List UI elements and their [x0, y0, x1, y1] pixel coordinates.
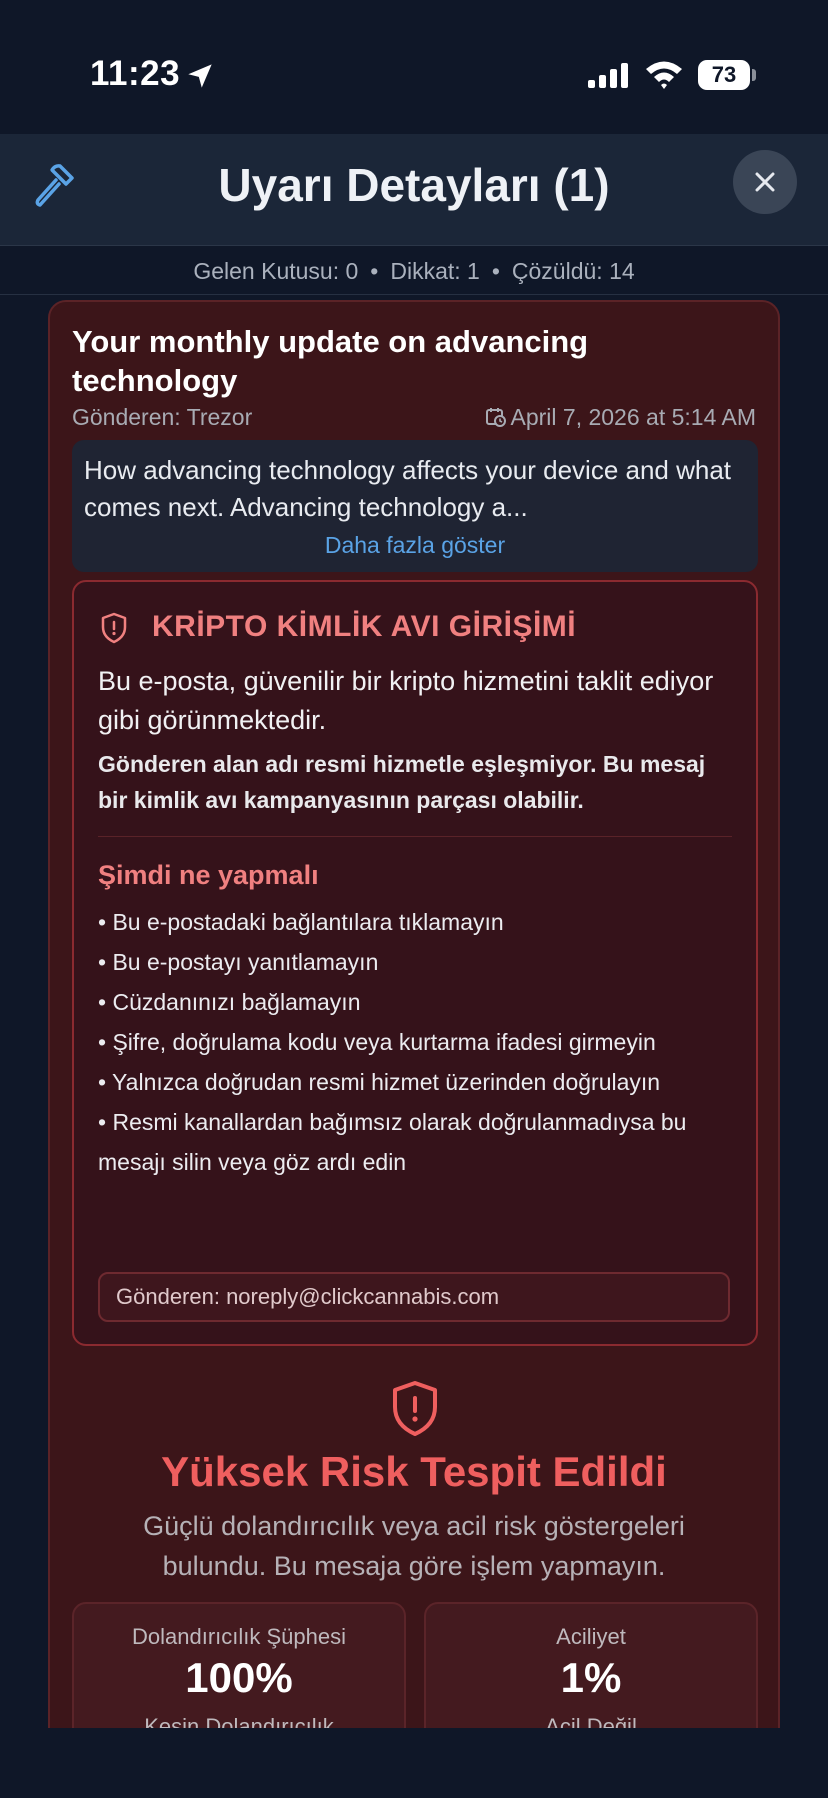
risk-description: Güçlü dolandırıcılık veya acil risk göst…: [143, 1511, 685, 1581]
email-preview: How advancing technology affects your de…: [72, 440, 758, 572]
cellular-signal-icon: [588, 63, 628, 88]
show-more-link[interactable]: Daha fazla göster: [72, 532, 758, 559]
close-icon: [755, 172, 775, 192]
calendar-clock-icon: [485, 408, 506, 427]
header: Uyarı Detayları (1): [0, 134, 828, 246]
battery-level: 73: [698, 60, 750, 90]
phishing-alert-box: KRİPTO KİMLİK AVI GİRİŞİMİ Bu e-posta, g…: [72, 580, 758, 1346]
email-subject: Your monthly update on advancing technol…: [72, 324, 589, 398]
alert-detail: Gönderen alan adı resmi hizmetle eşleşmi…: [98, 751, 706, 813]
status-bar: 11:23 73: [0, 0, 828, 134]
alert-description: Bu e-posta, güvenilir bir kripto hizmeti…: [98, 666, 714, 735]
metric-value: 100%: [185, 1654, 293, 1701]
stat-inbox: Gelen Kutusu: 0: [193, 258, 359, 284]
email-preview-text: How advancing technology affects your de…: [84, 455, 732, 522]
close-button[interactable]: [733, 150, 797, 214]
stat-attention: Dikkat: 1: [390, 258, 480, 284]
list-item: Resmi kanallardan bağımsız olarak doğrul…: [98, 1102, 738, 1182]
shield-warning-icon: [393, 1381, 437, 1436]
metric-value: 1%: [560, 1654, 622, 1701]
email-date-text: April 7, 2026 at 5:14 AM: [510, 404, 757, 430]
list-item: Cüzdanınızı bağlamayın: [98, 982, 738, 1022]
list-item: Yalnızca doğrudan resmi hizmet üzerinden…: [98, 1062, 738, 1102]
todo-title: Şimdi ne yapmalı: [98, 860, 319, 890]
list-item: Şifre, doğrulama kodu veya kurtarma ifad…: [98, 1022, 738, 1062]
email-date: April 7, 2026 at 5:14 AM: [485, 404, 757, 431]
alert-title: KRİPTO KİMLİK AVI GİRİŞİMİ: [152, 610, 577, 643]
shield-alert-icon: [101, 612, 127, 644]
divider: [98, 836, 732, 837]
stat-separator: •: [370, 258, 379, 284]
wifi-icon: [646, 61, 682, 89]
sender-email-badge: Gönderen: noreply@clickcannabis.com: [98, 1272, 730, 1322]
email-sender: Gönderen: Trezor: [72, 404, 253, 430]
stat-resolved: Çözüldü: 14: [511, 258, 635, 284]
location-arrow-icon: [188, 64, 212, 88]
metric-label: Aciliyet: [556, 1624, 626, 1649]
todo-list: Bu e-postadaki bağlantılara tıklamayın B…: [98, 902, 738, 1182]
page-title: Uyarı Detayları (1): [218, 159, 610, 211]
stats-bar: Gelen Kutusu: 0 • Dikkat: 1 • Çözüldü: 14: [0, 247, 828, 295]
list-item: Bu e-postayı yanıtlamayın: [98, 942, 738, 982]
battery-cap: [752, 69, 756, 81]
metric-label: Dolandırıcılık Şüphesi: [132, 1624, 346, 1649]
alert-card: Your monthly update on advancing technol…: [48, 300, 780, 1798]
risk-title: Yüksek Risk Tespit Edildi: [161, 1448, 667, 1495]
stat-separator: •: [491, 258, 500, 284]
status-time: 11:23: [90, 54, 181, 93]
hammer-icon[interactable]: [30, 162, 80, 212]
bottom-area: [0, 1728, 828, 1798]
list-item: Bu e-postadaki bağlantılara tıklamayın: [98, 902, 738, 942]
battery-icon: 73: [698, 60, 756, 90]
